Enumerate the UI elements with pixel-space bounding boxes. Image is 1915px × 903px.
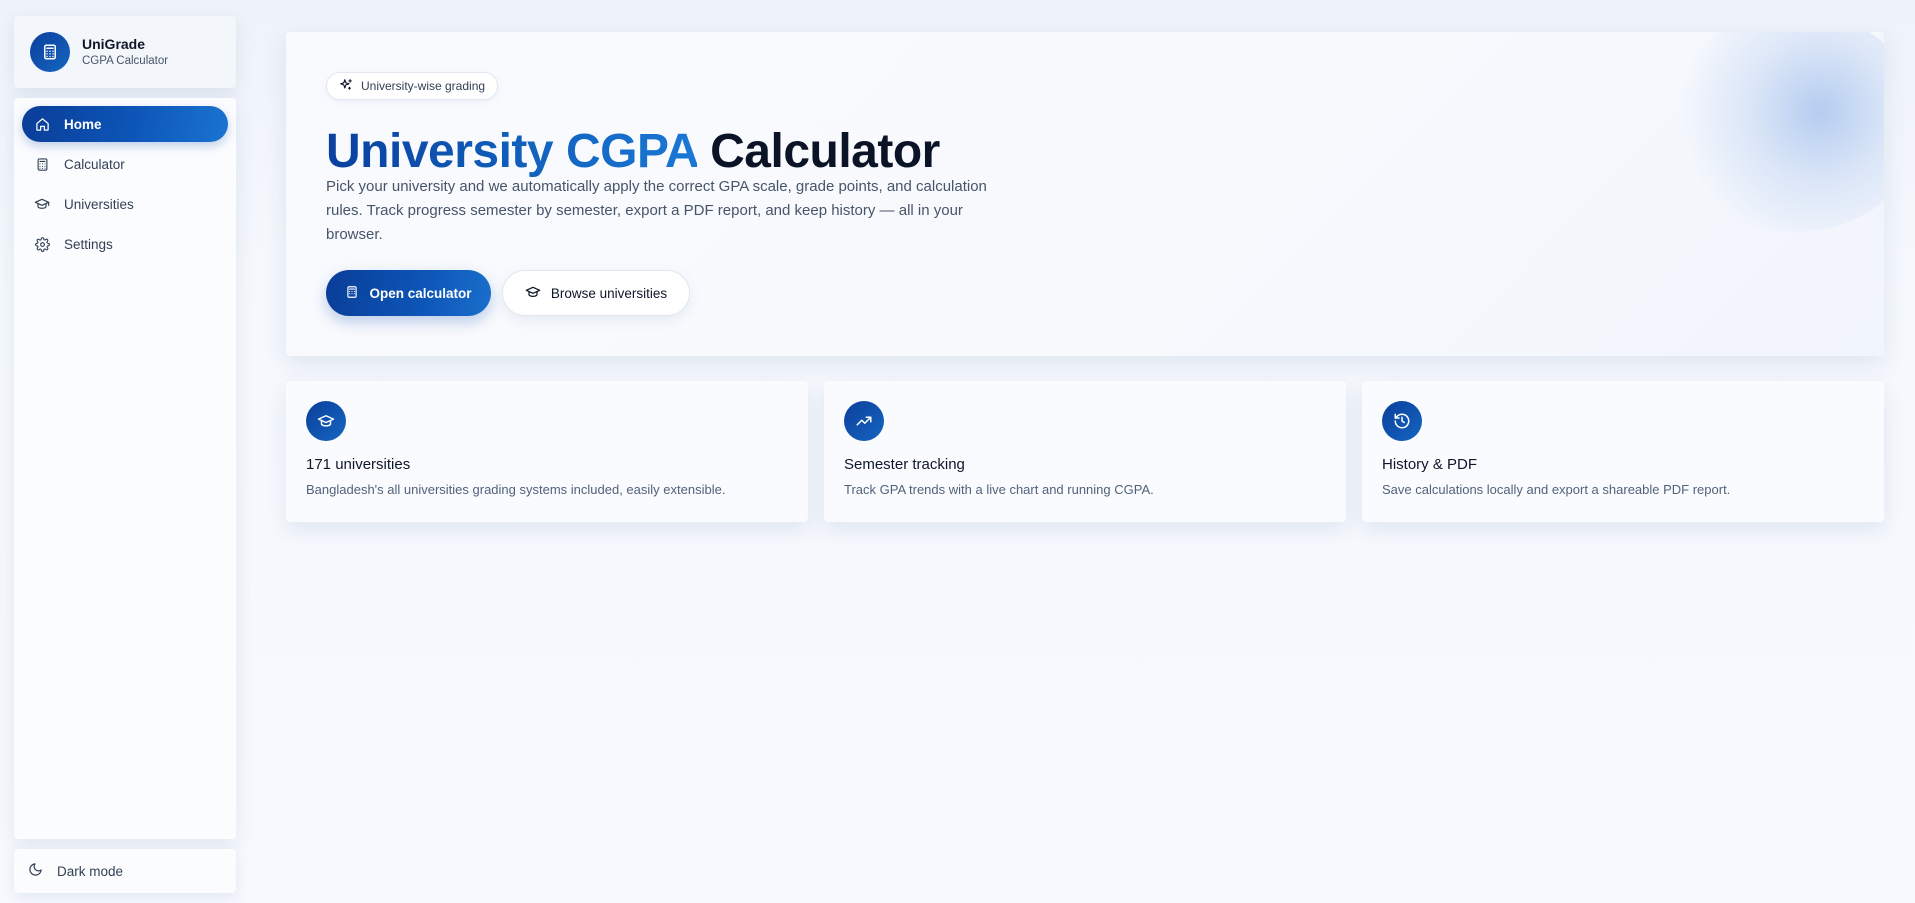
- sidebar-item-home[interactable]: Home: [22, 106, 228, 142]
- sidebar-item-universities[interactable]: Universities: [22, 186, 228, 222]
- browse-universities-button[interactable]: Browse universities: [502, 270, 690, 316]
- open-calculator-label: Open calculator: [369, 285, 472, 301]
- open-calculator-button[interactable]: Open calculator: [326, 270, 491, 316]
- graduation-cap-icon: [525, 284, 541, 303]
- calculator-icon: [30, 32, 70, 72]
- app-name: UniGrade: [82, 36, 146, 52]
- sidebar-nav: Home Calculator Universities Settings: [14, 98, 236, 839]
- feature-description: Track GPA trends with a live chart and r…: [844, 482, 1154, 497]
- app-subtitle: CGPA Calculator: [82, 55, 169, 67]
- feature-card-universities: 171 universities Bangladesh's all univer…: [286, 381, 808, 522]
- calculator-icon: [34, 156, 50, 172]
- feature-card-history-pdf: History & PDF Save calculations locally …: [1362, 381, 1884, 522]
- badge-label: University-wise grading: [361, 79, 486, 93]
- title-highlight: University CGPA: [326, 125, 698, 178]
- gear-icon: [34, 236, 50, 252]
- feature-description: Bangladesh's all universities grading sy…: [306, 482, 726, 497]
- sidebar-item-label: Settings: [64, 236, 113, 252]
- title-rest: Calculator: [710, 125, 940, 178]
- grading-badge: University-wise grading: [326, 72, 499, 100]
- sidebar-item-label: Home: [64, 116, 102, 132]
- sidebar-item-label: Calculator: [64, 156, 125, 172]
- hero-description: Pick your university and we automaticall…: [326, 178, 987, 243]
- feature-title: Semester tracking: [844, 456, 965, 473]
- history-icon: [1382, 401, 1422, 441]
- home-icon: [34, 116, 50, 132]
- hero-decoration: [1664, 32, 1884, 232]
- browse-universities-label: Browse universities: [550, 285, 668, 301]
- sidebar-item-settings[interactable]: Settings: [22, 226, 228, 262]
- graduation-cap-icon: [34, 196, 50, 212]
- sidebar-item-calculator[interactable]: Calculator: [22, 146, 228, 182]
- feature-description: Save calculations locally and export a s…: [1382, 482, 1731, 497]
- sparkles-icon: [339, 78, 353, 95]
- dark-mode-toggle[interactable]: Dark mode: [14, 849, 236, 893]
- feature-title: 171 universities: [306, 456, 411, 473]
- sidebar-item-label: Universities: [64, 196, 134, 212]
- feature-card-semester-tracking: Semester tracking Track GPA trends with …: [824, 381, 1346, 522]
- trending-up-icon: [844, 401, 884, 441]
- brand-header[interactable]: UniGrade CGPA Calculator: [14, 16, 236, 88]
- dark-mode-label: Dark mode: [57, 863, 124, 879]
- hero-card: University-wise grading University CGPA …: [286, 32, 1884, 356]
- feature-title: History & PDF: [1382, 456, 1478, 473]
- graduation-cap-icon: [306, 401, 346, 441]
- moon-icon: [28, 862, 43, 880]
- calculator-icon: [345, 285, 359, 302]
